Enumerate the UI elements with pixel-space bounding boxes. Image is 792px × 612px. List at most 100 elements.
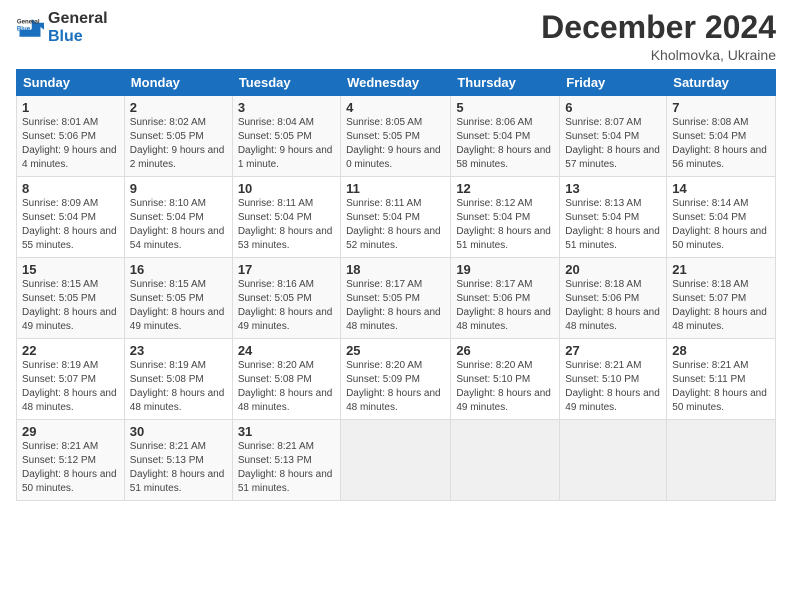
table-row: 30 Sunrise: 8:21 AMSunset: 5:13 PMDaylig… [124, 420, 232, 501]
cell-info: Sunrise: 8:21 AMSunset: 5:12 PMDaylight:… [22, 441, 117, 494]
logo-general-text: General [48, 10, 108, 28]
location: Kholmovka, Ukraine [541, 47, 776, 63]
calendar-row: 22 Sunrise: 8:19 AMSunset: 5:07 PMDaylig… [17, 339, 776, 420]
cell-info: Sunrise: 8:05 AMSunset: 5:05 PMDaylight:… [346, 117, 441, 170]
day-number: 14 [672, 181, 770, 196]
table-row: 28 Sunrise: 8:21 AMSunset: 5:11 PMDaylig… [667, 339, 776, 420]
day-number: 18 [346, 262, 445, 277]
cell-info: Sunrise: 8:02 AMSunset: 5:05 PMDaylight:… [130, 117, 225, 170]
table-row: 31 Sunrise: 8:21 AMSunset: 5:13 PMDaylig… [232, 420, 340, 501]
day-number: 7 [672, 100, 770, 115]
table-row: 25 Sunrise: 8:20 AMSunset: 5:09 PMDaylig… [341, 339, 451, 420]
cell-info: Sunrise: 8:13 AMSunset: 5:04 PMDaylight:… [565, 198, 660, 251]
logo-icon: General Blue [16, 14, 44, 42]
table-row: 18 Sunrise: 8:17 AMSunset: 5:05 PMDaylig… [341, 258, 451, 339]
cell-info: Sunrise: 8:17 AMSunset: 5:05 PMDaylight:… [346, 279, 441, 332]
table-row: 2 Sunrise: 8:02 AMSunset: 5:05 PMDayligh… [124, 96, 232, 177]
month-title: December 2024 [541, 10, 776, 45]
table-row: 4 Sunrise: 8:05 AMSunset: 5:05 PMDayligh… [341, 96, 451, 177]
cell-info: Sunrise: 8:21 AMSunset: 5:13 PMDaylight:… [238, 441, 333, 494]
day-number: 20 [565, 262, 661, 277]
cell-info: Sunrise: 8:09 AMSunset: 5:04 PMDaylight:… [22, 198, 117, 251]
cell-info: Sunrise: 8:14 AMSunset: 5:04 PMDaylight:… [672, 198, 767, 251]
day-number: 3 [238, 100, 335, 115]
cell-info: Sunrise: 8:16 AMSunset: 5:05 PMDaylight:… [238, 279, 333, 332]
table-row: 5 Sunrise: 8:06 AMSunset: 5:04 PMDayligh… [451, 96, 560, 177]
day-number: 28 [672, 343, 770, 358]
table-row: 8 Sunrise: 8:09 AMSunset: 5:04 PMDayligh… [17, 177, 125, 258]
table-row: 13 Sunrise: 8:13 AMSunset: 5:04 PMDaylig… [560, 177, 667, 258]
calendar-row: 1 Sunrise: 8:01 AMSunset: 5:06 PMDayligh… [17, 96, 776, 177]
calendar-row: 8 Sunrise: 8:09 AMSunset: 5:04 PMDayligh… [17, 177, 776, 258]
table-row: 12 Sunrise: 8:12 AMSunset: 5:04 PMDaylig… [451, 177, 560, 258]
table-row: 7 Sunrise: 8:08 AMSunset: 5:04 PMDayligh… [667, 96, 776, 177]
svg-text:Blue: Blue [17, 25, 31, 32]
day-number: 15 [22, 262, 119, 277]
day-number: 9 [130, 181, 227, 196]
calendar-row: 15 Sunrise: 8:15 AMSunset: 5:05 PMDaylig… [17, 258, 776, 339]
svg-text:General: General [17, 18, 40, 25]
table-row: 17 Sunrise: 8:16 AMSunset: 5:05 PMDaylig… [232, 258, 340, 339]
cell-info: Sunrise: 8:21 AMSunset: 5:11 PMDaylight:… [672, 360, 767, 413]
cell-info: Sunrise: 8:21 AMSunset: 5:13 PMDaylight:… [130, 441, 225, 494]
table-row: 10 Sunrise: 8:11 AMSunset: 5:04 PMDaylig… [232, 177, 340, 258]
table-row [667, 420, 776, 501]
col-thursday: Thursday [451, 70, 560, 96]
cell-info: Sunrise: 8:06 AMSunset: 5:04 PMDaylight:… [456, 117, 551, 170]
cell-info: Sunrise: 8:20 AMSunset: 5:09 PMDaylight:… [346, 360, 441, 413]
day-number: 17 [238, 262, 335, 277]
cell-info: Sunrise: 8:20 AMSunset: 5:10 PMDaylight:… [456, 360, 551, 413]
cell-info: Sunrise: 8:10 AMSunset: 5:04 PMDaylight:… [130, 198, 225, 251]
cell-info: Sunrise: 8:18 AMSunset: 5:06 PMDaylight:… [565, 279, 660, 332]
table-row [451, 420, 560, 501]
calendar-row: 29 Sunrise: 8:21 AMSunset: 5:12 PMDaylig… [17, 420, 776, 501]
cell-info: Sunrise: 8:08 AMSunset: 5:04 PMDaylight:… [672, 117, 767, 170]
day-number: 24 [238, 343, 335, 358]
cell-info: Sunrise: 8:01 AMSunset: 5:06 PMDaylight:… [22, 117, 117, 170]
table-row: 14 Sunrise: 8:14 AMSunset: 5:04 PMDaylig… [667, 177, 776, 258]
day-number: 31 [238, 424, 335, 439]
table-row: 22 Sunrise: 8:19 AMSunset: 5:07 PMDaylig… [17, 339, 125, 420]
day-number: 27 [565, 343, 661, 358]
day-number: 23 [130, 343, 227, 358]
cell-info: Sunrise: 8:11 AMSunset: 5:04 PMDaylight:… [346, 198, 441, 251]
day-number: 11 [346, 181, 445, 196]
table-row: 15 Sunrise: 8:15 AMSunset: 5:05 PMDaylig… [17, 258, 125, 339]
day-number: 5 [456, 100, 554, 115]
table-row: 1 Sunrise: 8:01 AMSunset: 5:06 PMDayligh… [17, 96, 125, 177]
cell-info: Sunrise: 8:18 AMSunset: 5:07 PMDaylight:… [672, 279, 767, 332]
logo-blue-text: Blue [48, 28, 108, 46]
table-row [560, 420, 667, 501]
day-number: 29 [22, 424, 119, 439]
col-friday: Friday [560, 70, 667, 96]
day-number: 10 [238, 181, 335, 196]
table-row: 20 Sunrise: 8:18 AMSunset: 5:06 PMDaylig… [560, 258, 667, 339]
day-number: 2 [130, 100, 227, 115]
day-number: 8 [22, 181, 119, 196]
day-number: 25 [346, 343, 445, 358]
table-row: 29 Sunrise: 8:21 AMSunset: 5:12 PMDaylig… [17, 420, 125, 501]
cell-info: Sunrise: 8:04 AMSunset: 5:05 PMDaylight:… [238, 117, 333, 170]
day-number: 1 [22, 100, 119, 115]
col-wednesday: Wednesday [341, 70, 451, 96]
table-row [341, 420, 451, 501]
table-row: 21 Sunrise: 8:18 AMSunset: 5:07 PMDaylig… [667, 258, 776, 339]
table-row: 6 Sunrise: 8:07 AMSunset: 5:04 PMDayligh… [560, 96, 667, 177]
cell-info: Sunrise: 8:07 AMSunset: 5:04 PMDaylight:… [565, 117, 660, 170]
calendar-header-row: Sunday Monday Tuesday Wednesday Thursday… [17, 70, 776, 96]
col-monday: Monday [124, 70, 232, 96]
table-row: 23 Sunrise: 8:19 AMSunset: 5:08 PMDaylig… [124, 339, 232, 420]
calendar-body: 1 Sunrise: 8:01 AMSunset: 5:06 PMDayligh… [17, 96, 776, 501]
cell-info: Sunrise: 8:21 AMSunset: 5:10 PMDaylight:… [565, 360, 660, 413]
table-row: 11 Sunrise: 8:11 AMSunset: 5:04 PMDaylig… [341, 177, 451, 258]
day-number: 22 [22, 343, 119, 358]
cell-info: Sunrise: 8:11 AMSunset: 5:04 PMDaylight:… [238, 198, 333, 251]
logo: General Blue General Blue [16, 10, 108, 45]
day-number: 19 [456, 262, 554, 277]
cell-info: Sunrise: 8:19 AMSunset: 5:08 PMDaylight:… [130, 360, 225, 413]
calendar-table: Sunday Monday Tuesday Wednesday Thursday… [16, 69, 776, 501]
cell-info: Sunrise: 8:19 AMSunset: 5:07 PMDaylight:… [22, 360, 117, 413]
table-row: 27 Sunrise: 8:21 AMSunset: 5:10 PMDaylig… [560, 339, 667, 420]
day-number: 21 [672, 262, 770, 277]
col-sunday: Sunday [17, 70, 125, 96]
